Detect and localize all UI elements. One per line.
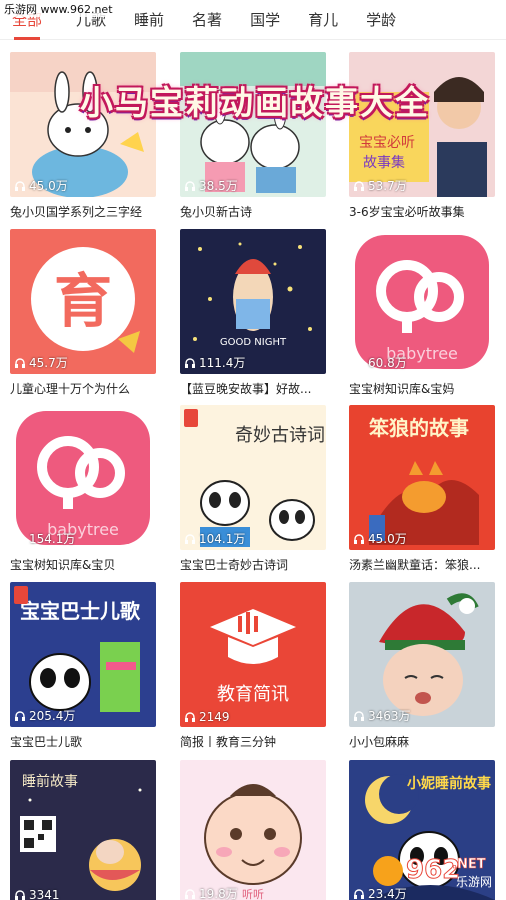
album-title: 宝宝巴士儿歌 — [10, 735, 83, 749]
album-card[interactable]: 宝宝巴士儿歌 205.4万 宝宝巴士儿歌 — [10, 582, 156, 750]
headphones-icon — [354, 888, 364, 899]
play-count: 60.8万 — [353, 354, 407, 371]
svg-text:育: 育 — [54, 267, 112, 335]
album-cover: 教育简讯 2149 — [180, 582, 326, 727]
headphones-icon — [185, 533, 195, 544]
svg-text:笨狼的故事: 笨狼的故事 — [369, 416, 469, 440]
svg-text:乐游网: 乐游网 — [456, 875, 492, 889]
album-cover: babytree 60.8万 — [349, 229, 495, 374]
headphones-icon — [15, 890, 25, 900]
headphones-icon — [185, 712, 195, 722]
headphones-icon — [354, 357, 364, 368]
album-card[interactable]: 育 45.7万 儿童心理十万个为什么 — [10, 229, 156, 397]
album-card[interactable]: 3463万 小小包麻麻 — [349, 582, 495, 750]
play-count: 19.8万 — [184, 885, 238, 900]
app-root: 乐游网 www.962.net 全部 儿歌 睡前 名著 国学 育儿 学龄 小马宝… — [0, 0, 506, 900]
headphones-icon — [15, 533, 25, 544]
album-cover: 宝宝巴士儿歌 205.4万 — [10, 582, 156, 727]
album-title: 【蓝豆晚安故事】好故... — [180, 382, 312, 396]
svg-text:小妮睡前故事: 小妮睡前故事 — [407, 775, 491, 792]
play-count: 38.5万 — [184, 177, 238, 194]
album-cover: GOOD NIGHT 111.4万 — [180, 229, 326, 374]
album-card[interactable]: 笨狼的故事 45.0万 汤素兰幽默童话：笨狼... — [349, 405, 495, 573]
album-cover: 奇妙古诗词 104.1万 — [180, 405, 326, 550]
tab-classics[interactable]: 名著 — [192, 0, 222, 40]
album-title: 3-6岁宝宝必听故事集 — [349, 205, 465, 219]
svg-text:GOOD NIGHT: GOOD NIGHT — [220, 337, 287, 348]
svg-text:睡前故事: 睡前故事 — [22, 773, 78, 790]
svg-text:宝宝必听: 宝宝必听 — [359, 135, 415, 151]
album-cover: 听听 19.8万 — [180, 760, 326, 900]
headphones-icon — [185, 357, 195, 368]
album-title: 宝宝巴士奇妙古诗词 — [180, 558, 289, 572]
album-card[interactable]: GOOD NIGHT 111.4万 【蓝豆晚安故事】好故... — [180, 229, 326, 397]
album-cover: 睡前故事 3341 — [10, 760, 156, 900]
play-count: 45.0万 — [353, 530, 407, 547]
tab-parenting[interactable]: 育儿 — [308, 0, 338, 40]
tab-bedtime[interactable]: 睡前 — [134, 0, 164, 40]
site-logo: 962 .NET 乐游网 — [373, 855, 492, 889]
play-count: 2149 — [184, 710, 230, 724]
tab-guoxue[interactable]: 国学 — [250, 0, 280, 40]
headphones-icon — [15, 710, 25, 721]
album-card[interactable]: babytree 60.8万 宝宝树知识库&宝妈 — [349, 229, 495, 397]
play-count: 45.0万 — [14, 177, 68, 194]
headphones-icon — [15, 357, 25, 368]
svg-text:宝宝巴士儿歌: 宝宝巴士儿歌 — [20, 599, 141, 623]
headphones-icon — [354, 180, 364, 191]
album-title: 宝宝树知识库&宝妈 — [349, 382, 455, 396]
album-card[interactable]: 奇妙古诗词 104.1万 宝宝巴士奇妙古诗词 — [180, 405, 326, 573]
album-title: 宝宝树知识库&宝贝 — [10, 558, 116, 572]
headphones-icon — [354, 533, 364, 544]
album-title: 小小包麻麻 — [349, 735, 410, 749]
play-count: 154.1万 — [14, 530, 75, 547]
album-cover: 笨狼的故事 45.0万 — [349, 405, 495, 550]
svg-text:听听: 听听 — [242, 888, 264, 900]
album-card[interactable]: 听听 19.8万 — [180, 760, 326, 900]
album-card[interactable]: 教育简讯 2149 简报丨教育三分钟 — [180, 582, 326, 750]
banner-title: 小马宝莉动画故事大全 — [80, 83, 430, 122]
album-title: 兔小贝国学系列之三字经 — [10, 205, 143, 219]
svg-text:奇妙古诗词: 奇妙古诗词 — [235, 425, 325, 446]
play-count: 3341 — [14, 888, 60, 900]
album-title: 汤素兰幽默童话：笨狼... — [349, 558, 481, 572]
album-title: 兔小贝新古诗 — [180, 205, 253, 219]
headphones-icon — [185, 180, 195, 191]
album-cover: 3463万 — [349, 582, 495, 727]
svg-text:故事集: 故事集 — [363, 154, 405, 171]
headphones-icon — [15, 180, 25, 191]
site-watermark: 乐游网 www.962.net — [2, 1, 115, 17]
play-count: 111.4万 — [184, 354, 245, 371]
headphones-icon — [185, 888, 195, 899]
svg-text:教育简讯: 教育简讯 — [217, 684, 289, 705]
album-cover: 育 45.7万 — [10, 229, 156, 374]
album-card[interactable]: babytree 154.1万 宝宝树知识库&宝贝 — [10, 405, 156, 573]
play-count: 3463万 — [353, 707, 411, 724]
album-title: 儿童心理十万个为什么 — [10, 382, 131, 396]
album-card[interactable]: 睡前故事 3341 — [10, 760, 156, 900]
play-count: 205.4万 — [14, 707, 75, 724]
play-count: 45.7万 — [14, 354, 68, 371]
play-count: 104.1万 — [184, 530, 245, 547]
album-cover: babytree 154.1万 — [10, 405, 156, 550]
headphones-icon — [354, 710, 364, 721]
tab-school-age[interactable]: 学龄 — [366, 0, 396, 40]
svg-text:.NET: .NET — [452, 857, 486, 872]
album-title: 简报丨教育三分钟 — [180, 735, 277, 749]
play-count: 53.7万 — [353, 177, 407, 194]
